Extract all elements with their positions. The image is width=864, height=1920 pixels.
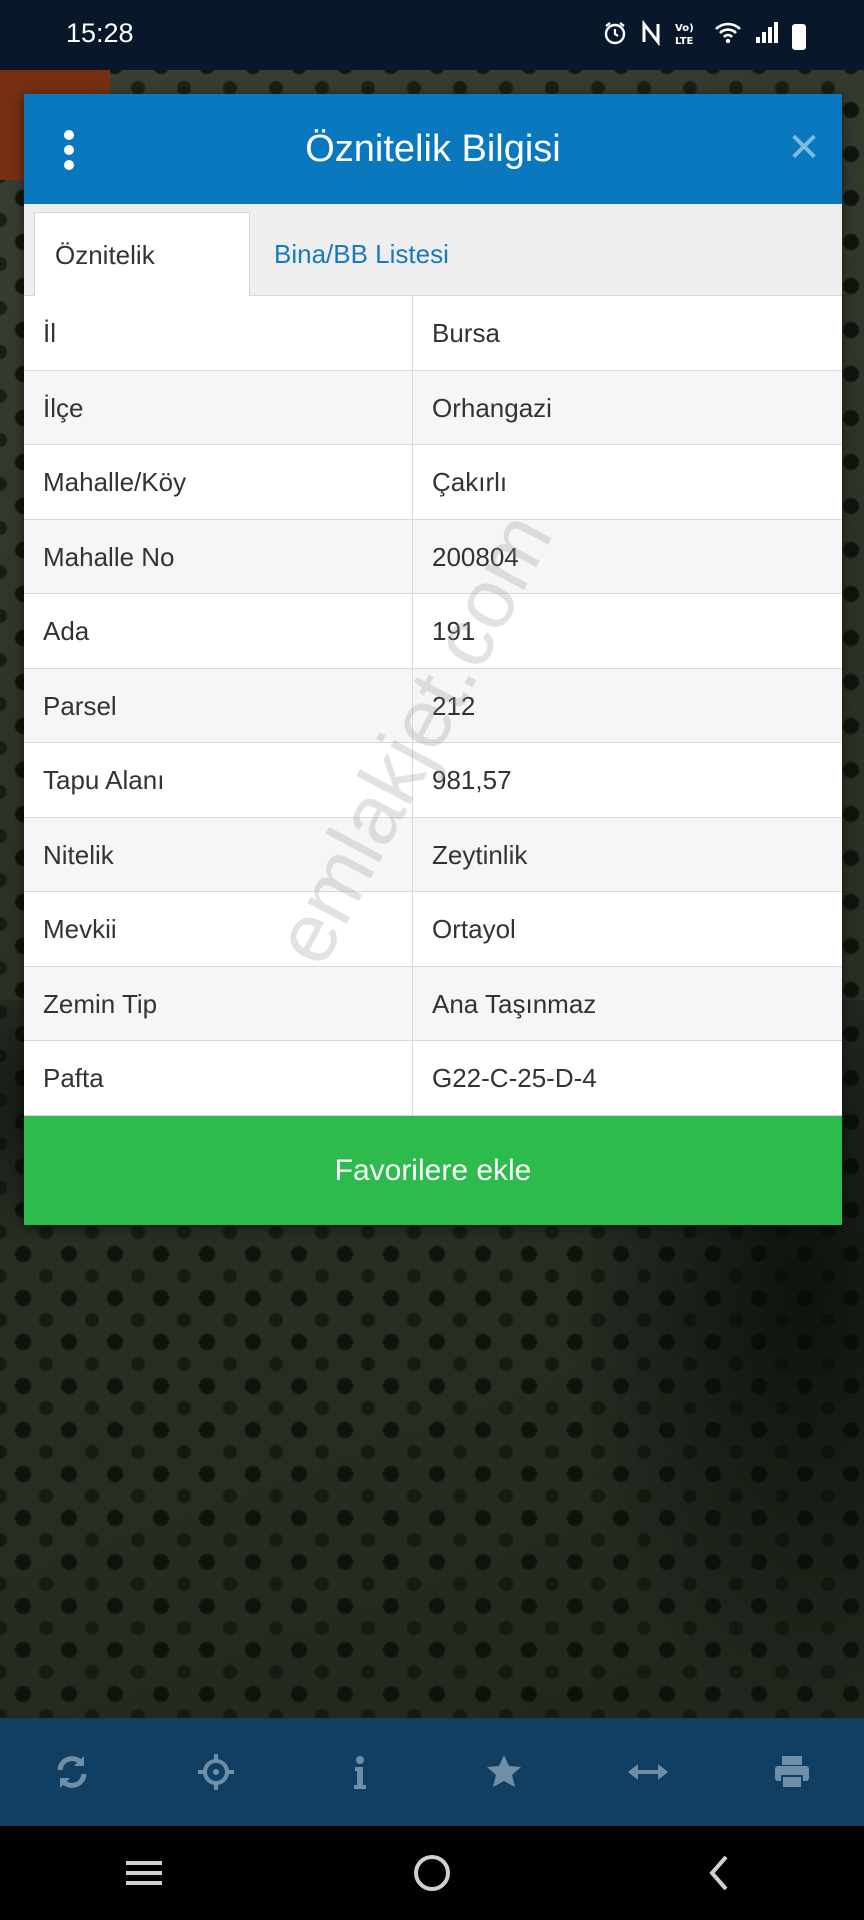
dialog-header: Öznitelik Bilgisi ✕ xyxy=(24,94,842,204)
signal-icon xyxy=(754,21,780,52)
table-row: Mahalle/Köy Çakırlı xyxy=(24,445,842,520)
table-row: Mahalle No 200804 xyxy=(24,519,842,594)
wifi-icon xyxy=(714,21,742,52)
table-row: Pafta G22-C-25-D-4 xyxy=(24,1041,842,1116)
attribute-key: Mahalle/Köy xyxy=(24,445,413,519)
dialog-title: Öznitelik Bilgisi xyxy=(305,128,561,170)
more-options-icon[interactable] xyxy=(62,130,76,170)
close-icon[interactable]: ✕ xyxy=(784,128,824,168)
info-icon[interactable] xyxy=(320,1732,400,1812)
table-row: Tapu Alanı 981,57 xyxy=(24,743,842,818)
attribute-value: G22-C-25-D-4 xyxy=(432,1063,597,1093)
attribute-value: Ana Taşınmaz xyxy=(432,988,597,1019)
table-row: Zemin Tip Ana Taşınmaz xyxy=(24,966,842,1041)
table-row: İlçe Orhangazi xyxy=(24,370,842,445)
table-row: İl Bursa xyxy=(24,296,842,371)
attribute-key: Nitelik xyxy=(24,817,413,891)
attribute-key: Mevkii xyxy=(24,892,413,966)
star-icon[interactable] xyxy=(464,1732,544,1812)
tab-building-list[interactable]: Bina/BB Listesi xyxy=(254,212,469,296)
table-row: Ada 191 xyxy=(24,594,842,669)
attribute-key: İlçe xyxy=(24,370,413,444)
attribute-key: Parsel xyxy=(24,668,413,742)
status-bar: 15:28 Vo) LTE xyxy=(0,0,864,70)
locate-icon[interactable] xyxy=(176,1732,256,1812)
attribute-key: Tapu Alanı xyxy=(24,743,413,817)
attribute-key: Pafta xyxy=(24,1041,413,1115)
battery-icon xyxy=(792,23,806,50)
measure-icon[interactable] xyxy=(608,1732,688,1812)
system-nav-bar xyxy=(0,1826,864,1920)
attribute-key: Zemin Tip xyxy=(24,966,413,1040)
nfc-icon xyxy=(640,19,662,53)
attribute-key: İl xyxy=(24,296,413,370)
add-favorite-button[interactable]: Favorilere ekle xyxy=(24,1116,842,1225)
attribute-value: 212 xyxy=(432,690,476,721)
attribute-value: Orhangazi xyxy=(432,392,552,423)
table-row: Parsel 212 xyxy=(24,668,842,743)
table-row: Nitelik Zeytinlik xyxy=(24,817,842,892)
attribute-info-dialog: Öznitelik Bilgisi ✕ Öznitelik Bilgisi Bi… xyxy=(24,94,842,1225)
attribute-value: 200804 xyxy=(432,541,519,572)
print-icon[interactable] xyxy=(752,1732,832,1812)
alarm-icon xyxy=(602,20,628,53)
svg-text:Vo): Vo) xyxy=(675,23,694,34)
table-row: Mevkii Ortayol xyxy=(24,892,842,967)
attribute-table: İl Bursa İlçe Orhangazi Mahalle/Köy Çakı… xyxy=(24,296,842,1116)
svg-text:LTE: LTE xyxy=(675,36,694,46)
status-time: 15:28 xyxy=(66,18,134,48)
attribute-value: Ortayol xyxy=(432,914,516,944)
attribute-value: Zeytinlik xyxy=(432,839,528,870)
tab-attribute-info[interactable]: Öznitelik Bilgisi xyxy=(34,212,250,354)
back-icon[interactable] xyxy=(680,1833,760,1913)
attribute-key: Mahalle No xyxy=(24,519,413,593)
attribute-value: 191 xyxy=(432,616,476,646)
dialog-tabs: Öznitelik Bilgisi Bina/BB Listesi xyxy=(24,204,842,354)
attribute-value: Bursa xyxy=(432,318,500,348)
status-icons: Vo) LTE xyxy=(602,19,806,53)
screen: 15:28 Vo) LTE Öznitelik Bilgisi ✕ Öznite… xyxy=(0,0,864,1920)
attribute-value: 981,57 xyxy=(432,765,512,795)
volte-icon: Vo) LTE xyxy=(674,20,702,53)
home-icon[interactable] xyxy=(392,1833,472,1913)
attribute-value: Çakırlı xyxy=(432,467,508,497)
attribute-key: Ada xyxy=(24,594,413,668)
refresh-icon[interactable] xyxy=(32,1732,112,1812)
recent-apps-icon[interactable] xyxy=(104,1833,184,1913)
map-toolbar xyxy=(0,1718,864,1826)
